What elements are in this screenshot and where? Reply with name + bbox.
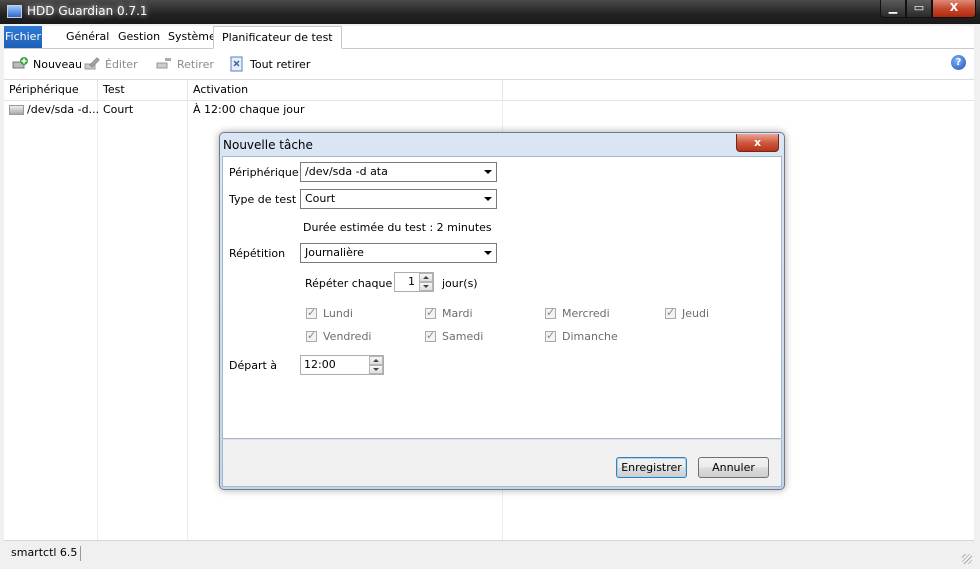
column-header-device[interactable]: Périphérique [4,80,98,100]
edit-icon [84,56,100,72]
new-label: Nouveau [33,57,82,71]
checkbox-icon [665,306,676,319]
repeat-every-stepper[interactable]: 1 [394,272,434,292]
clear-list-icon [229,56,245,72]
duration-text: Durée estimée du test : 2 minutes [303,221,492,234]
table-row[interactable]: /dev/sda -d... Court À 12:00 chaque jour [4,101,974,119]
app-icon [7,5,22,18]
status-text: smartctl 6.5 [11,546,82,561]
remove-all-button[interactable]: Tout retirer [229,49,310,79]
add-task-icon [12,56,28,72]
dialog-footer: Enregistrer Annuler [222,439,782,487]
window-controls: ▁ ▭ X [880,0,976,18]
status-bar: smartctl 6.5 [4,540,974,566]
row-test: Court [103,103,134,116]
day-label: Samedi [442,330,484,343]
repeat-every-value: 1 [408,275,415,288]
column-header-activation[interactable]: Activation [188,80,503,100]
remove-icon [156,56,172,72]
day-label: Mercredi [562,307,610,320]
checkbox-icon [545,329,556,342]
day-checkbox-vendredi[interactable]: Vendredi [306,329,372,343]
repeat-unit-label: jour(s) [442,277,478,290]
resize-grip-icon[interactable] [962,554,972,564]
list-header: Périphérique Test Activation [4,80,974,101]
day-label: Mardi [442,307,473,320]
chevron-down-icon [484,170,492,174]
day-label: Lundi [323,307,353,320]
remove-button[interactable]: Retirer [156,49,214,79]
checkbox-icon [306,306,317,319]
remove-label: Retirer [177,57,214,71]
maximize-button[interactable]: ▭ [906,0,932,18]
edit-button[interactable]: Éditer [84,49,138,79]
device-label: Périphérique [229,166,299,179]
day-label: Dimanche [562,330,618,343]
minimize-button[interactable]: ▁ [880,0,906,18]
remove-all-label: Tout retirer [250,57,311,71]
repetition-select[interactable]: Journalière [300,243,497,263]
cancel-button[interactable]: Annuler [698,457,769,478]
test-type-select-value: Court [305,192,336,205]
repeat-every-label: Répéter chaque [305,277,393,290]
device-select-value: /dev/sda -d ata [305,165,388,178]
edit-label: Éditer [105,57,138,71]
spin-up-icon[interactable] [419,273,433,282]
day-checkbox-mercredi[interactable]: Mercredi [545,306,610,320]
help-icon[interactable]: ? [951,55,966,70]
drive-icon [9,105,24,115]
ribbon-tabs: Fichier Général Gestion Système Planific… [4,26,974,49]
tab-general[interactable]: Général [58,26,117,48]
row-device: /dev/sda -d... [27,103,98,116]
checkbox-icon [306,329,317,342]
day-label: Jeudi [682,307,710,320]
test-type-label: Type de test [229,193,297,206]
spin-up-icon[interactable] [369,356,383,365]
new-button[interactable]: Nouveau [12,49,82,79]
day-checkbox-mardi[interactable]: Mardi [425,306,473,320]
title-bar[interactable]: HDD Guardian 0.7.1 ▁ ▭ X [0,0,980,24]
new-task-dialog: Nouvelle tâche x Périphérique /dev/sda -… [219,132,785,490]
row-activation: À 12:00 chaque jour [193,103,305,116]
start-time-field[interactable]: 12:00 [300,355,384,375]
tab-planificateur[interactable]: Planificateur de test [213,26,342,49]
close-button[interactable]: X [932,0,976,18]
chevron-down-icon [484,197,492,201]
day-checkbox-jeudi[interactable]: Jeudi [665,306,710,320]
dialog-body: Périphérique /dev/sda -d ata Type de tes… [222,156,782,439]
column-header-test[interactable]: Test [98,80,188,100]
row-device-cell: /dev/sda -d... [4,101,98,119]
start-time-label: Départ à [229,359,278,372]
day-checkbox-lundi[interactable]: Lundi [306,306,353,320]
repetition-select-value: Journalière [305,246,364,259]
chevron-down-icon [484,251,492,255]
device-select[interactable]: /dev/sda -d ata [300,162,497,182]
checkbox-icon [425,329,436,342]
checkbox-icon [545,306,556,319]
repetition-label: Répétition [229,247,286,260]
start-time-value: 12:00 [304,358,336,371]
day-checkbox-dimanche[interactable]: Dimanche [545,329,618,343]
tab-fichier[interactable]: Fichier [4,26,42,48]
window-title: HDD Guardian 0.7.1 [27,4,148,18]
spin-down-icon[interactable] [419,282,433,291]
test-type-select[interactable]: Court [300,189,497,209]
save-button[interactable]: Enregistrer [616,457,687,478]
dialog-close-button[interactable]: x [736,134,779,152]
day-label: Vendredi [323,330,372,343]
spin-down-icon[interactable] [369,365,383,374]
day-checkbox-samedi[interactable]: Samedi [425,329,484,343]
dialog-title: Nouvelle tâche [223,138,313,152]
checkbox-icon [425,306,436,319]
toolbar: Nouveau Éditer Retirer Tout retirer ? [4,49,974,80]
